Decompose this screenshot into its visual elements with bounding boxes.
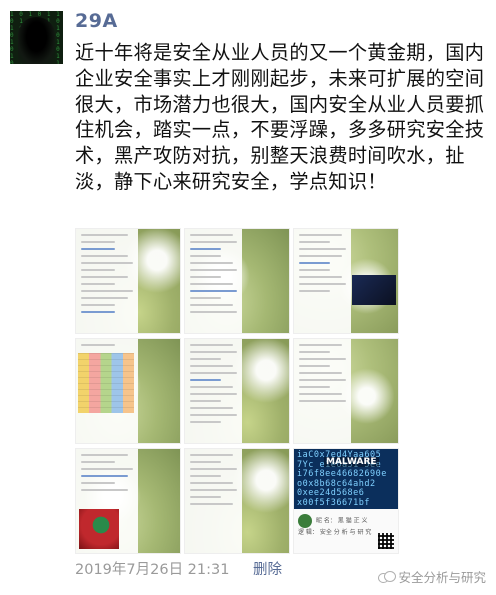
image-thumbnail-6[interactable]: [293, 338, 399, 444]
profile-logo-icon: [298, 514, 312, 528]
watermark-text: 安全分析与研究: [398, 570, 486, 585]
watermark: 安全分析与研究: [378, 567, 486, 586]
spreadsheet-preview: [78, 353, 134, 413]
delete-link[interactable]: 删除: [253, 558, 282, 579]
hooded-figure: [18, 17, 55, 64]
wechat-icon: [378, 570, 397, 583]
image-thumbnail-1[interactable]: [75, 228, 181, 334]
dark-screenshot: [352, 275, 396, 305]
qr-code-icon: [378, 533, 394, 549]
image-thumbnail-5[interactable]: [184, 338, 290, 444]
post-timestamp: 2019年7月26日 21:31: [75, 562, 230, 578]
image-thumbnail-7[interactable]: [75, 448, 181, 554]
malware-hex-image: iaC0x7ed4Yaa605 7Yc e1e6a31 5ee i76f8ee4…: [294, 449, 398, 509]
image-thumbnail-2[interactable]: [184, 228, 290, 334]
avatar[interactable]: 1 0 1 0 1 1 0 1 0 0 1 0 1 1 0 1 0 1 1 0 …: [10, 11, 63, 64]
malware-badge: MALWARE: [324, 457, 379, 467]
image-thumbnail-4[interactable]: [75, 338, 181, 444]
red-poster-image: [79, 509, 119, 549]
image-thumbnail-9[interactable]: iaC0x7ed4Yaa605 7Yc e1e6a31 5ee i76f8ee4…: [293, 448, 399, 554]
post-text: 近十年将是安全从业人员的又一个黄金期，国内企业安全事实上才刚刚起步，未来可扩展的…: [75, 41, 485, 193]
username[interactable]: 29A: [75, 10, 118, 32]
image-thumbnail-8[interactable]: [184, 448, 290, 554]
image-grid: iaC0x7ed4Yaa605 7Yc e1e6a31 5ee i76f8ee4…: [75, 228, 399, 554]
image-thumbnail-3[interactable]: [293, 228, 399, 334]
profile-card: 昵 名： 黑 猫 正 义 逻 辑： 安全 分 析 与 研 究: [294, 509, 398, 553]
card-line-1: 昵 名： 黑 猫 正 义: [316, 517, 368, 525]
